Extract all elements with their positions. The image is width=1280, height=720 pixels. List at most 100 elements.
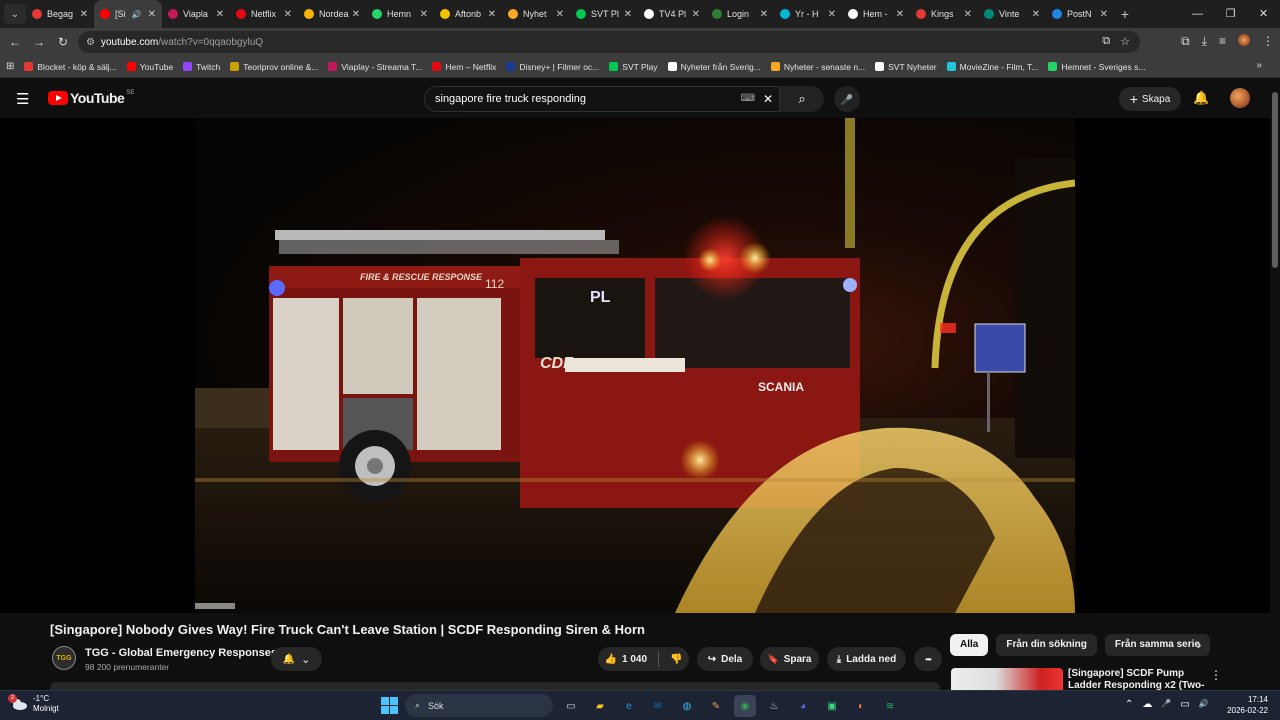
bookmark-item[interactable]: Disney+ | Filmer oc... bbox=[506, 62, 599, 72]
new-tab-button[interactable]: + bbox=[1114, 6, 1136, 22]
bookmark-star-icon[interactable]: ☆ bbox=[1120, 35, 1130, 48]
account-avatar[interactable] bbox=[1230, 88, 1250, 108]
tab-close-icon[interactable]: ✕ bbox=[624, 9, 632, 20]
browser-tab[interactable]: Yr - H ✕ bbox=[774, 0, 842, 28]
tab-close-icon[interactable]: ✕ bbox=[216, 9, 224, 20]
browser-tab[interactable]: Hemn ✕ bbox=[366, 0, 434, 28]
bookmark-item[interactable]: Viaplay - Streama T... bbox=[328, 62, 422, 72]
recommendation-menu-icon[interactable]: ⋮ bbox=[1210, 668, 1222, 682]
save-button[interactable]: 🔖 Spara bbox=[760, 647, 819, 671]
tray-overflow-icon[interactable]: ⌃ bbox=[1125, 699, 1133, 710]
more-actions-button[interactable]: ••• bbox=[914, 647, 942, 671]
restore-button[interactable]: ❐ bbox=[1214, 0, 1247, 28]
notifications-bell-icon[interactable]: 🔔 bbox=[1193, 90, 1209, 106]
browser-tab[interactable]: Nyhet ✕ bbox=[502, 0, 570, 28]
page-scrollbar[interactable] bbox=[1270, 78, 1280, 690]
file-explorer-icon[interactable]: ▰ bbox=[589, 695, 611, 717]
bookmark-item[interactable]: Nyheter - senaste n... bbox=[770, 62, 865, 72]
tab-close-icon[interactable]: ✕ bbox=[148, 9, 156, 20]
reload-button[interactable]: ↻ bbox=[51, 35, 75, 49]
tab-close-icon[interactable]: ✕ bbox=[896, 9, 904, 20]
bookmarks-overflow-icon[interactable]: » bbox=[1256, 60, 1262, 71]
browser-tab[interactable]: Netflix ✕ bbox=[230, 0, 298, 28]
chip-all[interactable]: Alla bbox=[950, 634, 989, 656]
microphone-icon[interactable]: 🎤 bbox=[1161, 699, 1171, 710]
downloads-icon[interactable]: ⤓ bbox=[1202, 34, 1207, 49]
search-input[interactable]: singapore fire truck responding ⌨ ✕ bbox=[424, 86, 780, 112]
install-app-icon[interactable]: ⧉ bbox=[1102, 35, 1110, 48]
bookmark-item[interactable]: Hemnet - Sveriges s... bbox=[1048, 62, 1145, 72]
tab-close-icon[interactable]: ✕ bbox=[964, 9, 972, 20]
profile-avatar-icon[interactable] bbox=[1238, 34, 1250, 46]
browser-tab[interactable]: TV4 Pl ✕ bbox=[638, 0, 706, 28]
share-button[interactable]: ↪ Dela bbox=[697, 647, 753, 671]
browser-tab[interactable]: Vinte ✕ bbox=[978, 0, 1046, 28]
taskbar-search[interactable]: ⌕ Sök bbox=[405, 694, 553, 717]
bookmark-item[interactable]: SVT Play bbox=[609, 62, 658, 72]
recommendation-title[interactable]: [Singapore] SCDF Pump Ladder Responding … bbox=[1068, 668, 1208, 690]
clear-search-icon[interactable]: ✕ bbox=[763, 92, 773, 106]
browser-tab[interactable]: Viapla ✕ bbox=[162, 0, 230, 28]
close-window-button[interactable]: ✕ bbox=[1247, 0, 1280, 28]
channel-avatar[interactable]: TGG bbox=[52, 646, 76, 670]
video-frame[interactable]: FIRE & RESCUE RESPONSE 112 PL CDF SCANIA bbox=[195, 118, 1075, 613]
tab-close-icon[interactable]: ✕ bbox=[488, 9, 496, 20]
video-player[interactable]: FIRE & RESCUE RESPONSE 112 PL CDF SCANIA bbox=[0, 118, 1270, 613]
chevron-right-icon[interactable]: › bbox=[1197, 637, 1201, 652]
volume-icon[interactable]: 🔊 bbox=[1199, 699, 1209, 710]
tab-close-icon[interactable]: ✕ bbox=[284, 9, 292, 20]
discord-icon[interactable]: ◕ bbox=[792, 695, 814, 717]
extensions-icon[interactable]: ⧉ bbox=[1181, 34, 1190, 49]
create-button[interactable]: + Skapa bbox=[1119, 87, 1181, 111]
tab-close-icon[interactable]: ✕ bbox=[352, 9, 360, 20]
network-icon[interactable]: ▭ bbox=[1180, 699, 1189, 710]
chip-from-search[interactable]: Från din sökning bbox=[996, 634, 1097, 656]
browser-tab[interactable]: Hem - ✕ bbox=[842, 0, 910, 28]
tab-audio-icon[interactable]: 🔊 bbox=[132, 10, 142, 19]
bookmark-item[interactable]: MovieZine - Film, T... bbox=[946, 62, 1038, 72]
chip-same-series[interactable]: Från samma serie bbox=[1104, 634, 1210, 656]
search-button[interactable]: ⌕ bbox=[780, 86, 824, 112]
dislike-icon[interactable]: 👎 bbox=[670, 654, 682, 665]
description-box[interactable] bbox=[50, 682, 940, 690]
copilot-icon[interactable]: ◍ bbox=[676, 695, 698, 717]
youtube-logo[interactable]: YouTube SE bbox=[48, 90, 134, 106]
tab-close-icon[interactable]: ✕ bbox=[420, 9, 428, 20]
back-button[interactable]: ← bbox=[3, 35, 27, 49]
browser-tab[interactable]: PostN ✕ bbox=[1046, 0, 1114, 28]
bookmark-item[interactable]: Hem – Netflix bbox=[432, 62, 496, 72]
browser-tab[interactable]: Login ✕ bbox=[706, 0, 774, 28]
terminal-icon[interactable]: ✎ bbox=[705, 695, 727, 717]
like-dislike-button[interactable]: 👍 1 040 👎 bbox=[598, 647, 689, 671]
forward-button[interactable]: → bbox=[27, 35, 51, 49]
channel-name[interactable]: TGG - Global Emergency Responses bbox=[85, 647, 277, 659]
browser-tab[interactable]: Aftonb ✕ bbox=[434, 0, 502, 28]
browser-tab[interactable]: [Si 🔊 ✕ bbox=[94, 0, 162, 28]
taskbar-clock[interactable]: 17:14 2026-02-22 bbox=[1226, 694, 1268, 716]
tab-close-icon[interactable]: ✕ bbox=[556, 9, 564, 20]
subscription-bell-button[interactable]: 🔔 ⌄ bbox=[271, 647, 322, 671]
spotify-icon[interactable]: ≋ bbox=[879, 695, 901, 717]
bookmark-item[interactable]: Teoriprov online &... bbox=[230, 62, 318, 72]
tab-close-icon[interactable]: ✕ bbox=[1100, 9, 1108, 20]
bookmark-item[interactable]: Blocket - köp & sälj... bbox=[24, 62, 117, 72]
onedrive-icon[interactable]: ☁ bbox=[1142, 699, 1152, 710]
tab-search-button[interactable]: ⌄ bbox=[4, 4, 26, 24]
tab-close-icon[interactable]: ✕ bbox=[692, 9, 700, 20]
download-button[interactable]: ⤓ Ladda ned bbox=[827, 647, 906, 671]
steam-icon[interactable]: ♨ bbox=[763, 695, 785, 717]
task-view-icon[interactable]: ▭ bbox=[560, 695, 582, 717]
browser-tab[interactable]: Begag ✕ bbox=[26, 0, 94, 28]
bookmark-item[interactable]: Nyheter från Sverig... bbox=[667, 62, 761, 72]
browser-menu-icon[interactable]: ⋮ bbox=[1262, 34, 1274, 49]
tab-close-icon[interactable]: ✕ bbox=[760, 9, 768, 20]
android-icon[interactable]: ▣ bbox=[821, 695, 843, 717]
tab-close-icon[interactable]: ✕ bbox=[80, 9, 88, 20]
firefox-icon[interactable]: ◐ bbox=[850, 695, 872, 717]
edge-icon[interactable]: e bbox=[618, 695, 640, 717]
apps-grid-icon[interactable]: ⊞ bbox=[6, 61, 14, 72]
outlook-icon[interactable]: ✉ bbox=[647, 695, 669, 717]
tab-close-icon[interactable]: ✕ bbox=[828, 9, 836, 20]
bookmark-item[interactable]: YouTube bbox=[126, 62, 173, 72]
menu-icon[interactable]: ☰ bbox=[16, 90, 29, 108]
